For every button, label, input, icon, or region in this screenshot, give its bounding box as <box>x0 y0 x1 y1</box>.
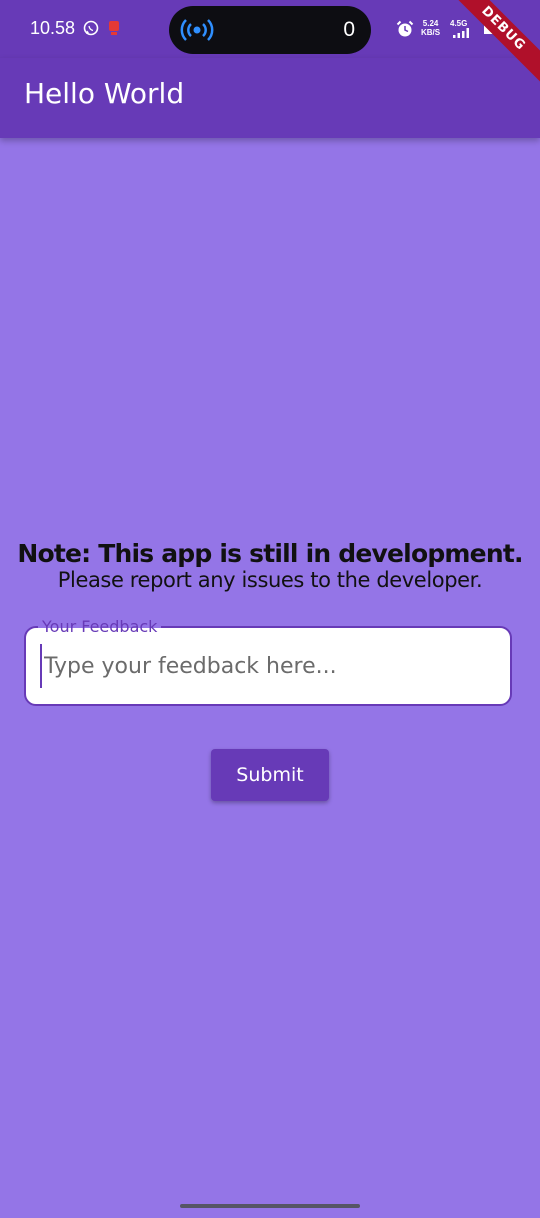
alarm-icon <box>396 20 414 37</box>
note-subtext: Please report any issues to the develope… <box>57 568 483 592</box>
net-type: 4.5G <box>450 19 468 28</box>
dynamic-island: 0 <box>169 6 371 54</box>
net-speed-value: 5.24 <box>422 19 439 28</box>
app-bar: Hello World <box>0 58 540 138</box>
app-title: Hello World <box>24 77 185 110</box>
signal-icon <box>453 28 469 38</box>
status-time: 10.58 <box>30 18 76 38</box>
status-bar: 10.58 0 5.24 KB/S 4.5G <box>0 0 540 58</box>
note-heading: Note: This app is still in development. <box>17 539 523 568</box>
net-speed: 5.24 KB/S <box>421 19 440 37</box>
home-indicator[interactable] <box>180 1204 360 1208</box>
feedback-label: Your Feedback <box>38 616 162 638</box>
net-speed-unit: KB/S <box>421 28 441 37</box>
whatsapp-icon <box>83 20 99 36</box>
notification-icon <box>109 21 119 35</box>
submit-button[interactable]: Submit <box>211 749 329 801</box>
feedback-field[interactable]: Your Feedback <box>24 616 512 706</box>
broadcast-icon <box>180 19 214 41</box>
island-count: 0 <box>343 18 355 41</box>
feedback-input[interactable] <box>40 644 504 688</box>
